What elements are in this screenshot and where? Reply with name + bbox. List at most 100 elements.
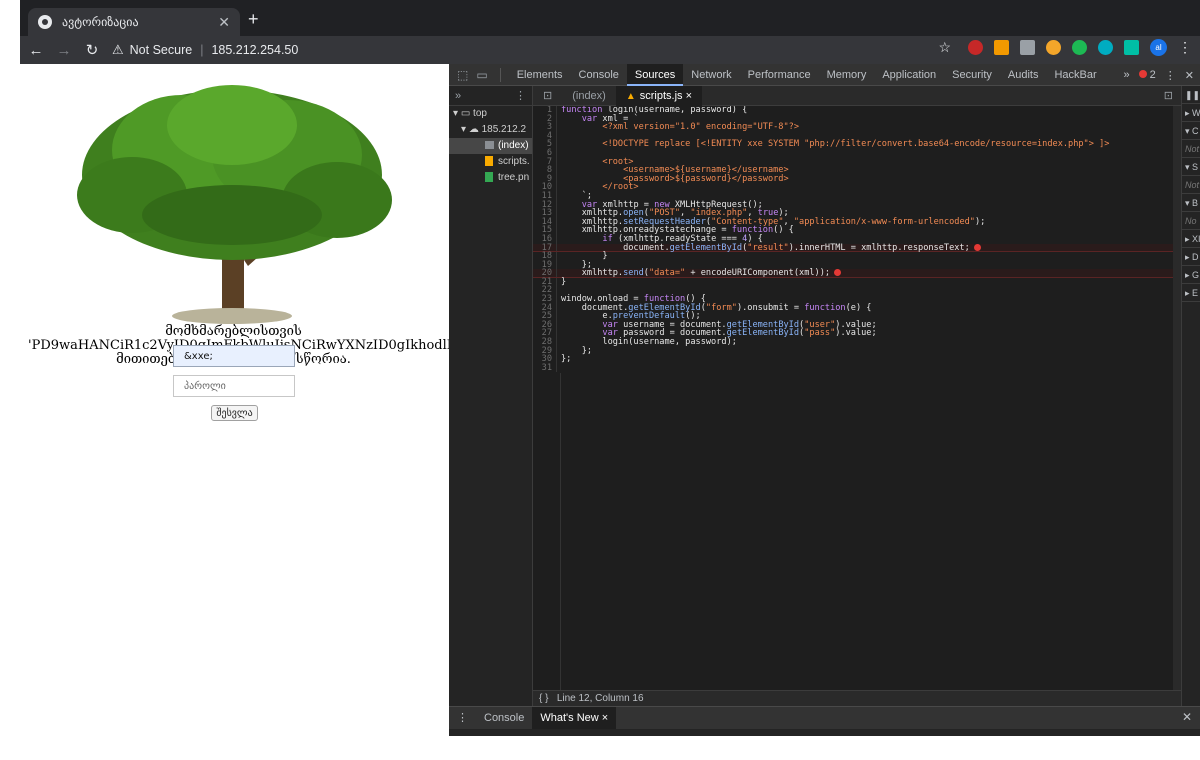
menu-kebab-icon[interactable]: ⋮ [1178,39,1192,56]
expand-arrow-icon: ▾ [461,124,469,135]
line-number[interactable]: 5 [533,140,557,149]
line-number[interactable]: 17 [533,243,557,252]
code-line: 30}; [533,355,1181,364]
tab-network[interactable]: Network [683,64,739,86]
line-number[interactable]: 20 [533,269,557,277]
user-label: მომხმარებლისთვის [165,324,302,339]
section-label: W [1192,108,1200,118]
devtools-close-icon[interactable]: ✕ [1185,69,1194,82]
image-file-icon [485,172,493,183]
address-bar[interactable]: ⚠ Not Secure | 185.212.254.50 [112,39,298,61]
drawer-menu-icon[interactable]: ⋮ [449,707,476,729]
tab-elements[interactable]: Elements [509,64,571,86]
editor-tab-index[interactable]: (index) [562,86,616,106]
line-number[interactable]: 4 [533,132,557,141]
cookie-icon[interactable] [1046,40,1061,55]
tab-sources[interactable]: Sources [626,63,684,86]
wappalyzer-icon[interactable] [1124,40,1139,55]
line-number[interactable]: 7 [533,157,557,167]
tree-item-index[interactable]: (index) [449,138,532,154]
tab-hackbar[interactable]: HackBar [1046,64,1104,86]
line-number[interactable]: 3 [533,123,557,132]
login-button[interactable]: შესვლა [211,405,258,421]
line-number[interactable]: 6 [533,149,557,158]
error-counter[interactable]: 2 [1138,69,1156,81]
username-input[interactable]: &xxe; [173,345,295,367]
pause-icon[interactable]: ❚❚ [1182,86,1200,104]
devtools-tabbar: ⬚ ▭ Elements Console Sources Network Per… [449,63,1200,86]
reload-icon[interactable]: ↻ [80,41,104,59]
line-number[interactable]: 2 [533,114,557,124]
section-label: XI [1192,234,1200,244]
avatar[interactable]: al [1150,39,1167,56]
editor-scrollbar[interactable] [1173,106,1181,690]
sidebar-section-event[interactable]: ▸ E [1182,284,1200,302]
section-label: B [1192,198,1199,208]
tree-item-top[interactable]: ▾ ▭ top [449,106,532,122]
tab-close-icon[interactable]: ✕ [218,14,230,31]
debugger-sidebar: ❚❚ ▸ W ▾ C Not ▾ S Not ▾ B No ▸ XI ▸ D ▸… [1181,86,1200,706]
sidebar-section-breakpoints[interactable]: ▾ B [1182,194,1200,212]
back-icon[interactable]: ← [24,42,48,59]
tree-item-host[interactable]: ▾ ☁ 185.212.2 [449,122,532,138]
browser-tab[interactable]: ავტორიზაცია ✕ [28,8,240,36]
code-text: }; [561,354,572,365]
tab-application[interactable]: Application [874,64,944,86]
drawer-tab-whats-new[interactable]: What's New × [532,707,617,729]
sidebar-section-xhr[interactable]: ▸ XI [1182,230,1200,248]
sidebar-section-scope[interactable]: ▾ S [1182,158,1200,176]
sidebar-section-global[interactable]: ▸ G [1182,266,1200,284]
sidebar-section-dom[interactable]: ▸ D [1182,248,1200,266]
line-number[interactable]: 8 [533,166,557,175]
navigator-menu-icon[interactable]: ⋮ [515,89,526,102]
code-view[interactable]: 1 function login(username, password) {2 v… [533,106,1181,690]
sidebar-note: Not [1182,176,1200,194]
extensions-area: ☆ al ⋮ [938,39,1192,56]
error-icon [1138,70,1147,78]
vue-devtools-icon[interactable] [1020,40,1035,55]
error-icon[interactable] [834,269,842,277]
sidebar-note: No [1182,212,1200,230]
sidebar-section-watch[interactable]: ▸ W [1182,104,1200,122]
drawer-tab-console[interactable]: Console [476,707,532,729]
line-number[interactable]: 31 [533,364,557,373]
close-icon[interactable]: × [686,90,692,102]
new-tab-icon[interactable]: + [248,9,259,30]
toggle-navigator-icon[interactable]: ⊡ [533,86,562,106]
tab-memory[interactable]: Memory [819,64,875,86]
devtools-panel: ⬚ ▭ Elements Console Sources Network Per… [449,63,1200,736]
editor-tab-scripts[interactable]: ▲ scripts.js × [615,85,703,106]
forward-icon[interactable]: → [52,42,76,59]
navigator-more-icon[interactable]: » [455,90,461,102]
error-count: 2 [1149,69,1156,81]
device-toolbar-icon[interactable]: ▭ [476,68,487,82]
code-text: } [561,276,567,287]
devtools-menu-icon[interactable]: ⋮ [1165,69,1176,82]
extension-off-icon[interactable] [994,40,1009,55]
tab-audits[interactable]: Audits [1000,64,1047,86]
tab-security[interactable]: Security [944,64,1000,86]
warning-icon: ▲ [625,90,636,102]
inspect-element-icon[interactable]: ⬚ [457,68,468,82]
react-icon[interactable] [1098,40,1113,55]
error-icon[interactable] [973,243,981,251]
tab-performance[interactable]: Performance [740,64,819,86]
toggle-debugger-icon[interactable]: ⊡ [1164,89,1173,102]
drawer-close-icon[interactable]: ✕ [1182,710,1192,724]
password-input[interactable]: პაროლი [173,375,295,397]
close-icon[interactable]: × [602,712,608,724]
globe-icon [38,15,52,29]
section-label: D [1192,252,1199,262]
bookmark-star-icon[interactable]: ☆ [938,39,951,56]
tab-console[interactable]: Console [571,64,627,86]
sidebar-section-callstack[interactable]: ▾ C [1182,122,1200,140]
tree-item-image[interactable]: tree.pn [449,170,532,186]
line-number[interactable]: 1 [533,106,557,115]
ublock-icon[interactable] [968,40,983,55]
code-line: 3 <?xml version="1.0" encoding="UTF-8"?> [533,123,1181,132]
tree-item-scripts[interactable]: scripts. [449,154,532,170]
pretty-print-icon[interactable]: { } [539,693,548,704]
more-tabs-icon[interactable]: » [1124,69,1130,81]
green-extension-icon[interactable] [1072,40,1087,55]
tree-image [77,85,392,324]
